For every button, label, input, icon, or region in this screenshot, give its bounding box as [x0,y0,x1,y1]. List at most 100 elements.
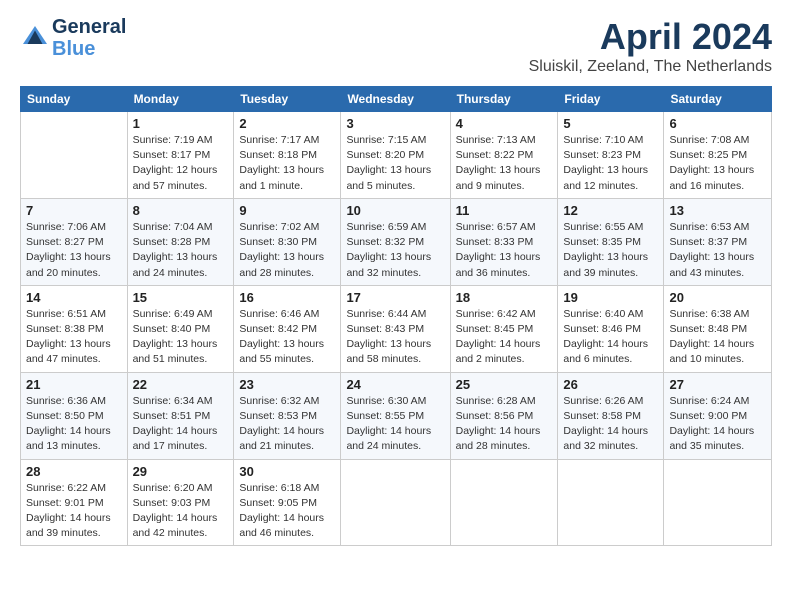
calendar-cell [664,459,772,546]
cell-day-number: 27 [669,377,766,392]
cell-day-number: 11 [456,203,553,218]
calendar-cell: 25 Sunrise: 6:28 AMSunset: 8:56 PMDayligh… [450,372,558,459]
calendar-cell: 10 Sunrise: 6:59 AMSunset: 8:32 PMDayligh… [341,198,450,285]
cell-info: Sunrise: 7:08 AMSunset: 8:25 PMDaylight:… [669,133,766,194]
calendar-cell: 1 Sunrise: 7:19 AMSunset: 8:17 PMDaylight… [127,112,234,199]
calendar-cell: 24 Sunrise: 6:30 AMSunset: 8:55 PMDayligh… [341,372,450,459]
calendar-cell: 2 Sunrise: 7:17 AMSunset: 8:18 PMDaylight… [234,112,341,199]
weekday-header-sunday: Sunday [21,87,128,112]
cell-info: Sunrise: 6:59 AMSunset: 8:32 PMDaylight:… [346,220,444,281]
month-title: April 2024 [529,16,772,58]
weekday-header-thursday: Thursday [450,87,558,112]
cell-info: Sunrise: 6:30 AMSunset: 8:55 PMDaylight:… [346,394,444,455]
cell-day-number: 8 [133,203,229,218]
cell-info: Sunrise: 6:20 AMSunset: 9:03 PMDaylight:… [133,481,229,542]
cell-day-number: 2 [239,116,335,131]
cell-info: Sunrise: 6:49 AMSunset: 8:40 PMDaylight:… [133,307,229,368]
calendar-cell [558,459,664,546]
cell-info: Sunrise: 6:38 AMSunset: 8:48 PMDaylight:… [669,307,766,368]
cell-info: Sunrise: 7:13 AMSunset: 8:22 PMDaylight:… [456,133,553,194]
calendar-cell [341,459,450,546]
logo: General Blue [20,16,126,60]
cell-info: Sunrise: 6:55 AMSunset: 8:35 PMDaylight:… [563,220,658,281]
cell-info: Sunrise: 7:17 AMSunset: 8:18 PMDaylight:… [239,133,335,194]
calendar-cell: 11 Sunrise: 6:57 AMSunset: 8:33 PMDayligh… [450,198,558,285]
calendar: SundayMondayTuesdayWednesdayThursdayFrid… [20,86,772,546]
cell-day-number: 15 [133,290,229,305]
calendar-cell: 7 Sunrise: 7:06 AMSunset: 8:27 PMDaylight… [21,198,128,285]
cell-info: Sunrise: 7:15 AMSunset: 8:20 PMDaylight:… [346,133,444,194]
cell-day-number: 24 [346,377,444,392]
cell-day-number: 23 [239,377,335,392]
cell-day-number: 18 [456,290,553,305]
cell-day-number: 10 [346,203,444,218]
cell-day-number: 26 [563,377,658,392]
weekday-header-wednesday: Wednesday [341,87,450,112]
cell-info: Sunrise: 7:19 AMSunset: 8:17 PMDaylight:… [133,133,229,194]
calendar-cell: 26Sunrise: 6:26 AMSunset: 8:58 PMDayligh… [558,372,664,459]
calendar-cell: 13Sunrise: 6:53 AMSunset: 8:37 PMDayligh… [664,198,772,285]
calendar-cell: 27 Sunrise: 6:24 AMSunset: 9:00 PMDayligh… [664,372,772,459]
cell-info: Sunrise: 6:57 AMSunset: 8:33 PMDaylight:… [456,220,553,281]
weekday-header-saturday: Saturday [664,87,772,112]
calendar-cell: 4 Sunrise: 7:13 AMSunset: 8:22 PMDaylight… [450,112,558,199]
cell-info: Sunrise: 6:32 AMSunset: 8:53 PMDaylight:… [239,394,335,455]
cell-day-number: 14 [26,290,122,305]
cell-info: Sunrise: 6:22 AMSunset: 9:01 PMDaylight:… [26,481,122,542]
logo-text: General Blue [52,16,126,60]
location: Sluiskil, Zeeland, The Netherlands [529,58,772,76]
cell-info: Sunrise: 7:06 AMSunset: 8:27 PMDaylight:… [26,220,122,281]
cell-day-number: 29 [133,464,229,479]
cell-day-number: 21 [26,377,122,392]
cell-day-number: 5 [563,116,658,131]
cell-day-number: 28 [26,464,122,479]
week-row-2: 7 Sunrise: 7:06 AMSunset: 8:27 PMDaylight… [21,198,772,285]
calendar-cell: 21 Sunrise: 6:36 AMSunset: 8:50 PMDayligh… [21,372,128,459]
cell-day-number: 3 [346,116,444,131]
cell-day-number: 7 [26,203,122,218]
cell-info: Sunrise: 6:36 AMSunset: 8:50 PMDaylight:… [26,394,122,455]
cell-day-number: 13 [669,203,766,218]
week-row-4: 21 Sunrise: 6:36 AMSunset: 8:50 PMDayligh… [21,372,772,459]
calendar-cell: 15 Sunrise: 6:49 AMSunset: 8:40 PMDayligh… [127,285,234,372]
weekday-header-monday: Monday [127,87,234,112]
calendar-cell: 5 Sunrise: 7:10 AMSunset: 8:23 PMDaylight… [558,112,664,199]
cell-day-number: 30 [239,464,335,479]
calendar-cell: 23 Sunrise: 6:32 AMSunset: 8:53 PMDayligh… [234,372,341,459]
cell-day-number: 17 [346,290,444,305]
calendar-cell: 8 Sunrise: 7:04 AMSunset: 8:28 PMDaylight… [127,198,234,285]
calendar-cell: 19 Sunrise: 6:40 AMSunset: 8:46 PMDayligh… [558,285,664,372]
cell-info: Sunrise: 6:18 AMSunset: 9:05 PMDaylight:… [239,481,335,542]
calendar-cell: 20 Sunrise: 6:38 AMSunset: 8:48 PMDayligh… [664,285,772,372]
cell-day-number: 19 [563,290,658,305]
calendar-cell [450,459,558,546]
calendar-cell: 29 Sunrise: 6:20 AMSunset: 9:03 PMDayligh… [127,459,234,546]
cell-info: Sunrise: 6:40 AMSunset: 8:46 PMDaylight:… [563,307,658,368]
cell-info: Sunrise: 6:34 AMSunset: 8:51 PMDaylight:… [133,394,229,455]
cell-day-number: 20 [669,290,766,305]
logo-line1: General [52,16,126,38]
cell-day-number: 6 [669,116,766,131]
cell-day-number: 1 [133,116,229,131]
week-row-5: 28 Sunrise: 6:22 AMSunset: 9:01 PMDayligh… [21,459,772,546]
logo-icon [20,23,50,53]
cell-info: Sunrise: 6:24 AMSunset: 9:00 PMDaylight:… [669,394,766,455]
weekday-header-row: SundayMondayTuesdayWednesdayThursdayFrid… [21,87,772,112]
cell-day-number: 25 [456,377,553,392]
calendar-cell: 30 Sunrise: 6:18 AMSunset: 9:05 PMDayligh… [234,459,341,546]
cell-day-number: 16 [239,290,335,305]
calendar-cell: 14Sunrise: 6:51 AMSunset: 8:38 PMDayligh… [21,285,128,372]
cell-day-number: 22 [133,377,229,392]
calendar-cell: 22 Sunrise: 6:34 AMSunset: 8:51 PMDayligh… [127,372,234,459]
cell-info: Sunrise: 7:04 AMSunset: 8:28 PMDaylight:… [133,220,229,281]
calendar-cell: 6 Sunrise: 7:08 AMSunset: 8:25 PMDaylight… [664,112,772,199]
cell-day-number: 4 [456,116,553,131]
cell-day-number: 9 [239,203,335,218]
calendar-cell [21,112,128,199]
cell-info: Sunrise: 6:46 AMSunset: 8:42 PMDaylight:… [239,307,335,368]
calendar-cell: 18Sunrise: 6:42 AMSunset: 8:45 PMDayligh… [450,285,558,372]
calendar-cell: 9Sunrise: 7:02 AMSunset: 8:30 PMDaylight… [234,198,341,285]
cell-info: Sunrise: 6:28 AMSunset: 8:56 PMDaylight:… [456,394,553,455]
weekday-header-tuesday: Tuesday [234,87,341,112]
cell-info: Sunrise: 7:10 AMSunset: 8:23 PMDaylight:… [563,133,658,194]
